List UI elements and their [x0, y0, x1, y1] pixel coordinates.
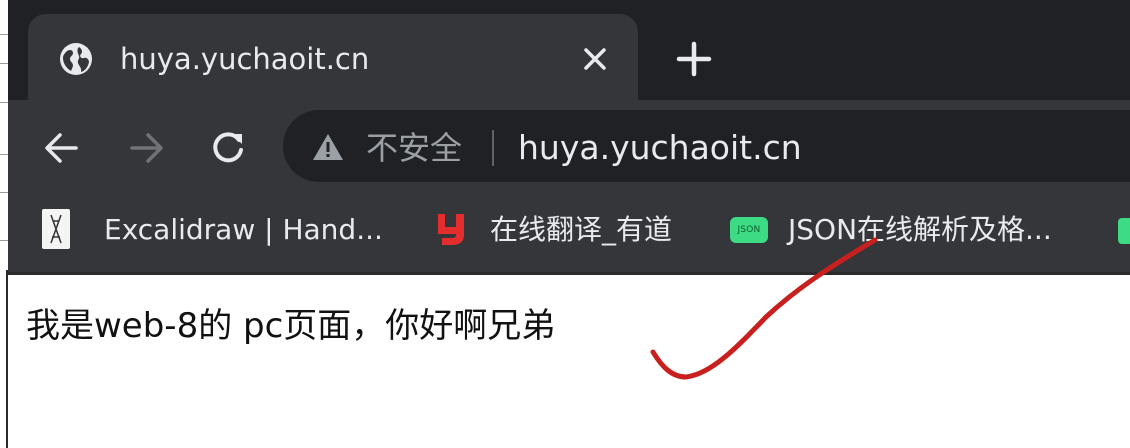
browser-window: huya.yuchaoit.cn 不安全 huya.yuchaoit.cn Ex… — [0, 0, 1130, 448]
warning-triangle-icon[interactable] — [311, 132, 345, 162]
page-content — [8, 275, 1130, 448]
back-arrow-icon[interactable] — [40, 126, 84, 170]
security-status-label[interactable]: 不安全 — [366, 127, 462, 169]
bookmark-label: JSON在线解析及格... — [788, 213, 1052, 246]
bookmark-partial[interactable] — [1118, 218, 1130, 244]
page-text: 我是web-8的 pc页面，你好啊兄弟 — [26, 306, 556, 346]
window-left-edge — [0, 0, 8, 448]
address-bar-divider — [492, 130, 494, 166]
bookmark-label: 在线翻译_有道 — [490, 213, 673, 246]
bookmark-excalidraw[interactable]: Excalidraw | Hand... — [40, 209, 400, 251]
tab-title: huya.yuchaoit.cn — [120, 42, 370, 76]
edge-tick — [0, 154, 8, 155]
edge-tick — [0, 240, 8, 241]
globe-icon — [60, 43, 92, 75]
reload-icon[interactable] — [206, 126, 250, 170]
bookmark-json[interactable]: JSON JSON在线解析及格... — [730, 209, 1090, 251]
bookmark-youdao[interactable]: 在线翻译_有道 — [434, 209, 704, 251]
excalidraw-icon — [42, 209, 70, 249]
forward-arrow-icon[interactable] — [124, 126, 168, 170]
edge-line — [6, 270, 8, 448]
edge-tick — [0, 102, 8, 103]
youdao-icon — [438, 214, 464, 245]
url-text[interactable]: huya.yuchaoit.cn — [518, 127, 802, 169]
edge-tick — [0, 192, 8, 193]
edge-tick — [0, 34, 8, 35]
plus-icon[interactable] — [674, 39, 714, 79]
active-tab[interactable]: huya.yuchaoit.cn — [28, 14, 638, 100]
edge-tick — [0, 63, 8, 64]
json-icon: JSON — [730, 217, 768, 243]
close-icon[interactable] — [579, 43, 611, 75]
bookmark-label: Excalidraw | Hand... — [104, 213, 383, 246]
